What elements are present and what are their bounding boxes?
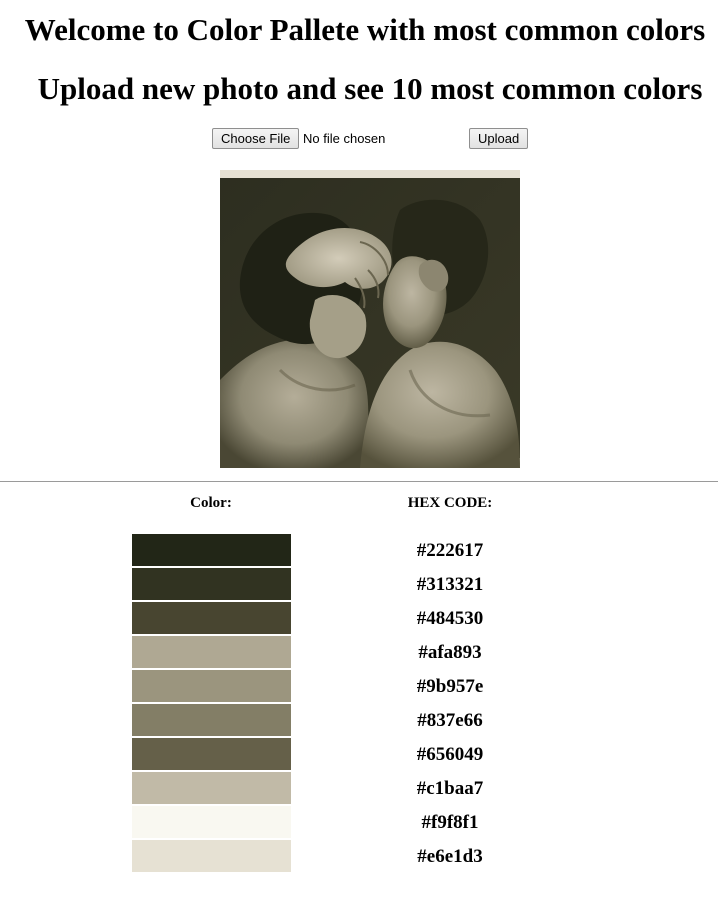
page-title: Welcome to Color Pallete with most commo…	[24, 12, 706, 47]
color-swatch	[132, 534, 291, 566]
color-swatch	[132, 840, 291, 872]
color-palette: #222617 #313321 #484530 #afa893 #9b957e #837e…	[0, 534, 718, 874]
hex-code-label: #837e66	[417, 710, 483, 731]
file-status-text: No file chosen	[303, 131, 386, 146]
hex-code-label: #afa893	[418, 642, 482, 663]
hex-code-label: #e6e1d3	[417, 846, 483, 867]
page-subtitle: Upload new photo and see 10 most common …	[37, 71, 703, 106]
hex-code-label: #313321	[416, 574, 484, 595]
palette-row: #9b957e	[0, 670, 718, 704]
palette-row: #656049	[0, 738, 718, 772]
color-swatch	[132, 602, 291, 634]
color-swatch	[132, 704, 291, 736]
color-swatch	[132, 772, 291, 804]
color-swatch	[132, 670, 291, 702]
palette-row: #f9f8f1	[0, 806, 718, 840]
palette-row: #222617	[0, 534, 718, 568]
hex-code-column-header: HEX CODE:	[407, 495, 493, 511]
color-swatch	[132, 806, 291, 838]
hex-code-label: #484530	[416, 608, 484, 629]
color-swatch	[132, 568, 291, 600]
palette-row: #484530	[0, 602, 718, 636]
uploaded-photo	[220, 170, 520, 468]
color-swatch	[132, 636, 291, 668]
section-divider	[0, 481, 718, 482]
palette-row: #c1baa7	[0, 772, 718, 806]
hex-code-label: #222617	[416, 540, 484, 561]
upload-button[interactable]: Upload	[469, 128, 529, 149]
palette-row: #e6e1d3	[0, 840, 718, 874]
palette-row: #837e66	[0, 704, 718, 738]
hex-code-label: #656049	[416, 744, 484, 765]
palette-row: #313321	[0, 568, 718, 602]
hex-code-label: #9b957e	[416, 676, 484, 697]
hex-code-label: #f9f8f1	[421, 812, 479, 833]
palette-row: #afa893	[0, 636, 718, 670]
choose-file-button[interactable]: Choose File	[212, 128, 300, 149]
hex-code-label: #c1baa7	[416, 778, 484, 799]
color-swatch	[132, 738, 291, 770]
color-column-header: Color:	[190, 495, 232, 511]
uploaded-photo-image	[220, 170, 520, 468]
